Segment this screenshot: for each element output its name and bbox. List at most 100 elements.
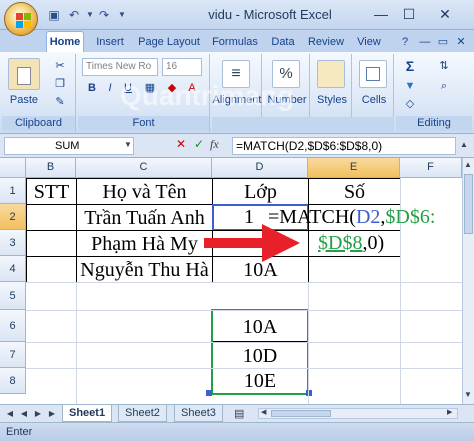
header-cell-class[interactable]: Lớp [212,178,309,205]
cell-b4[interactable] [26,256,77,283]
minimize-button[interactable]: — [368,3,394,25]
autosum-icon[interactable]: Σ [402,58,418,74]
sheet-tab-1[interactable]: Sheet1 [62,405,113,422]
tab-page-layout[interactable]: Page Layout [134,33,204,52]
cells-icon[interactable] [359,60,387,88]
row-header-4[interactable]: 4 [0,256,26,282]
cell-c4[interactable]: Nguyễn Thu Hà [76,256,213,283]
next-sheet-icon[interactable]: ▶ [32,407,44,420]
fill-icon[interactable]: ▼ [402,78,418,94]
row-header-1[interactable]: 1 [0,178,26,204]
row-header-7[interactable]: 7 [0,342,26,368]
ribbon-minimize-icon[interactable]: — [418,33,432,52]
row-header-3[interactable]: 3 [0,230,26,256]
scroll-thumb[interactable] [464,174,473,234]
sheet-tab-2[interactable]: Sheet2 [118,405,167,422]
tab-home[interactable]: Home [46,31,84,53]
range-handle-icon[interactable] [306,390,312,396]
close-button[interactable]: ✕ [432,3,458,25]
window-title: vidu - Microsoft Excel [208,7,332,22]
first-sheet-icon[interactable]: ◀ [4,407,16,420]
cell-b3[interactable] [26,230,77,257]
title-bar: ▣ ↶ ▼ ↷ ▼ vidu - Microsoft Excel — ☐ ✕ [0,0,474,36]
tab-data[interactable]: Data [266,33,300,52]
tab-insert[interactable]: Insert [90,33,130,52]
clipboard-group-label: Clipboard [2,116,75,131]
range-handle-icon[interactable] [206,390,212,396]
column-header-e[interactable]: E [308,158,400,178]
scroll-up-icon[interactable]: ▲ [464,160,472,169]
h-scroll-thumb[interactable] [271,410,331,417]
clear-icon[interactable]: ◇ [402,96,418,112]
scroll-left-icon[interactable]: ◀ [261,408,266,416]
font-name-combo[interactable]: Times New Ro [82,58,158,76]
formula-expand-icon[interactable]: ▲ [460,140,468,149]
formula-bar: SUM ▼ ✕ ✓ fx =MATCH(D2,$D$6:$D$8,0) ▲ [0,134,474,158]
cancel-icon[interactable]: ✕ [176,137,186,151]
row-header-5[interactable]: 5 [0,282,26,310]
row-header-2[interactable]: 2 [0,204,26,230]
styles-button[interactable]: Styles [312,94,352,106]
insert-sheet-icon[interactable]: ▤ [234,407,244,420]
cell-e4[interactable] [308,256,401,283]
sort-filter-icon[interactable]: ⇅ [436,58,452,74]
find-select-icon[interactable]: ⌕ [436,78,452,94]
cell-d6[interactable]: 10A [212,310,308,342]
cell-c3[interactable]: Phạm Hà My [76,230,213,257]
column-header-d[interactable]: D [212,158,308,178]
cell-d8[interactable]: 10E [212,368,308,394]
ribbon-close-icon[interactable]: ✕ [454,33,468,52]
paste-button-label[interactable]: Paste [4,94,44,106]
select-all-corner[interactable] [0,158,26,178]
watermark: Quantrimang [120,80,295,111]
vertical-scrollbar[interactable]: ▲ ▼ [462,158,474,404]
font-size-combo[interactable]: 16 [162,58,202,76]
column-header-f[interactable]: F [400,158,462,178]
tab-review[interactable]: Review [304,33,348,52]
name-box[interactable]: SUM [4,137,134,155]
cells-button[interactable]: Cells [354,94,394,106]
format-painter-icon[interactable]: ✎ [52,94,68,110]
prev-sheet-icon[interactable]: ◀ [18,407,30,420]
maximize-button[interactable]: ☐ [396,3,422,25]
sheet-tab-3[interactable]: Sheet3 [174,405,223,422]
enter-icon[interactable]: ✓ [194,137,204,151]
formula-input[interactable]: =MATCH(D2,$D$6:$D$8,0) [232,137,456,155]
office-button[interactable] [4,2,38,36]
last-sheet-icon[interactable]: ▶ [46,407,58,420]
paste-icon[interactable] [8,58,40,90]
column-header-c[interactable]: C [76,158,212,178]
ribbon-restore-icon[interactable]: ▭ [436,33,450,52]
tab-formulas[interactable]: Formulas [208,33,262,52]
bold-icon[interactable]: B [84,80,100,96]
insert-function-icon[interactable]: fx [210,137,219,152]
cut-icon[interactable]: ✂ [52,58,68,74]
status-bar: Enter [0,422,474,441]
column-header-b[interactable]: B [26,158,76,178]
font-group-label: Font [78,116,209,131]
copy-icon[interactable]: ❐ [52,76,68,92]
italic-icon[interactable]: I [102,80,118,96]
customize-qat-icon[interactable]: ▼ [114,7,130,23]
help-icon[interactable]: ? [398,33,412,52]
scroll-down-icon[interactable]: ▼ [464,390,472,399]
tab-view[interactable]: View [352,33,386,52]
red-arrow-icon [204,224,300,262]
scroll-right-icon[interactable]: ▶ [447,408,452,416]
header-cell-number[interactable]: Số [308,178,401,205]
header-cell-name[interactable]: Họ và Tên [76,178,213,205]
cell-c2[interactable]: Trần Tuấn Anh [76,204,213,231]
redo-icon[interactable]: ↷ [96,7,112,23]
cell-d7[interactable]: 10D [212,342,308,369]
office-logo-icon [24,21,31,28]
horizontal-scrollbar[interactable]: ◀ ▶ [258,408,458,419]
row-header-8[interactable]: 8 [0,368,26,394]
name-box-dropdown-icon[interactable]: ▼ [124,140,132,149]
styles-icon[interactable] [317,60,345,88]
sheet-tab-bar: ◀ ◀ ▶ ▶ Sheet1 Sheet2 Sheet3 ▤ ◀ ▶ [0,404,474,422]
undo-icon[interactable]: ↶ [66,7,82,23]
save-icon[interactable]: ▣ [46,7,62,23]
header-cell-stt[interactable]: STT [26,178,77,205]
row-header-6[interactable]: 6 [0,310,26,342]
cell-b2[interactable] [26,204,77,231]
